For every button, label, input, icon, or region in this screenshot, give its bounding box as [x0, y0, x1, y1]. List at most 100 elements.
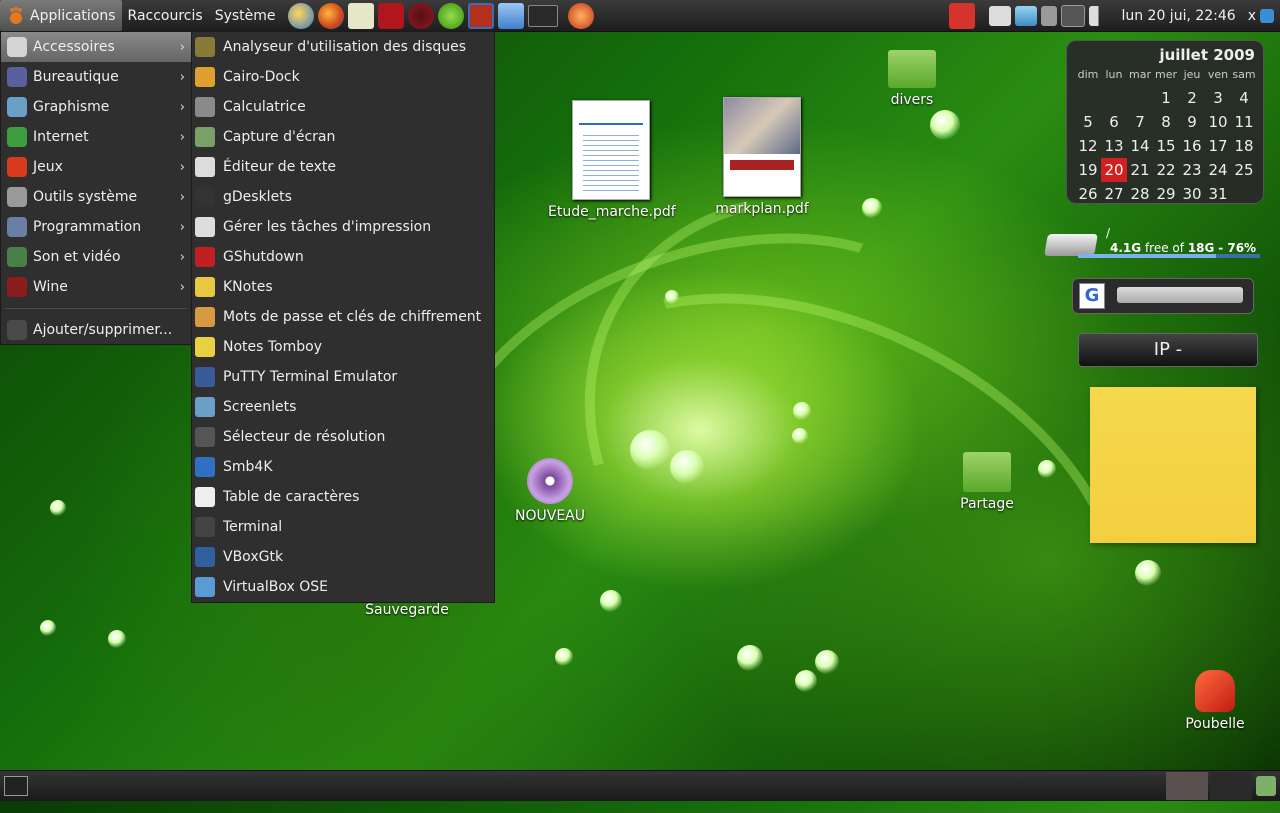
submenu-item[interactable]: Cairo-Dock: [192, 62, 494, 92]
calendar-day[interactable]: 22: [1153, 158, 1179, 182]
printer-icon[interactable]: [989, 5, 1012, 26]
workspace-2[interactable]: [1210, 772, 1252, 800]
calendar-day[interactable]: 17: [1205, 134, 1231, 158]
calendar-day[interactable]: 10: [1205, 110, 1231, 134]
apps-menu-item[interactable]: Programmation ›: [1, 212, 191, 242]
sticky-note[interactable]: [1090, 387, 1256, 543]
submenu-item[interactable]: Smb4K: [192, 452, 494, 482]
submenu-item[interactable]: PuTTY Terminal Emulator: [192, 362, 494, 392]
apps-menu-item[interactable]: Graphisme ›: [1, 92, 191, 122]
desktop-icon-partage[interactable]: Partage: [952, 452, 1022, 512]
submenu-item[interactable]: KNotes: [192, 272, 494, 302]
submenu-item[interactable]: VirtualBox OSE: [192, 572, 494, 602]
calendar-day[interactable]: 23: [1179, 158, 1205, 182]
apps-menu-item[interactable]: Internet ›: [1, 122, 191, 152]
submenu-item[interactable]: Calculatrice: [192, 92, 494, 122]
calendar-day[interactable]: 2: [1179, 86, 1205, 110]
calendar-day[interactable]: 12: [1075, 134, 1101, 158]
calendar-day[interactable]: 14: [1127, 134, 1153, 158]
desktop-icon-sauvegarde[interactable]: Sauvegarde: [362, 602, 452, 618]
desktop-icon-etude[interactable]: Etude_marche.pdf: [548, 100, 676, 220]
submenu-item[interactable]: Analyseur d'utilisation des disques: [192, 32, 494, 62]
show-desktop-icon[interactable]: [4, 776, 28, 796]
screenlets-icon[interactable]: [1015, 5, 1038, 26]
download-arrow-icon[interactable]: [1260, 8, 1274, 23]
desktop-icon-markplan[interactable]: markplan.pdf: [712, 97, 812, 217]
submenu-item[interactable]: Terminal: [192, 512, 494, 542]
submenu-item[interactable]: GShutdown: [192, 242, 494, 272]
submenu-item[interactable]: gDesklets: [192, 182, 494, 212]
submenu-item[interactable]: Notes Tomboy: [192, 332, 494, 362]
calendar-day[interactable]: 7: [1127, 110, 1153, 134]
calendar-day[interactable]: 25: [1231, 158, 1257, 182]
desktop-icon-nouveau[interactable]: NOUVEAU: [512, 458, 588, 524]
filezilla-red-icon[interactable]: [377, 2, 404, 29]
calendar-day[interactable]: 19: [1075, 158, 1101, 182]
calendar-day[interactable]: 8: [1153, 110, 1179, 134]
desktop-icon-poubelle[interactable]: Poubelle: [1180, 670, 1250, 732]
firefox-icon[interactable]: [317, 2, 344, 29]
music-player-icon[interactable]: [567, 2, 594, 29]
calendar-day[interactable]: 27: [1101, 182, 1127, 206]
add-remove-item[interactable]: Ajouter/supprimer...: [1, 315, 191, 345]
calendar-day[interactable]: 4: [1231, 86, 1257, 110]
submenu-item[interactable]: Table de caractères: [192, 482, 494, 512]
calendar-today[interactable]: 20: [1101, 158, 1127, 182]
submenu-item[interactable]: Capture d'écran: [192, 122, 494, 152]
submenu-item[interactable]: VBoxGtk: [192, 542, 494, 572]
workspace-1[interactable]: [1166, 772, 1208, 800]
debian-swirl-icon[interactable]: [407, 2, 434, 29]
apps-menu-item[interactable]: Son et vidéo ›: [1, 242, 191, 272]
network-disconnected-icon[interactable]: [1061, 4, 1086, 27]
submenu-item-label: gDesklets: [223, 189, 292, 205]
mail-notify-icon[interactable]: [1041, 5, 1058, 26]
apps-menu-item[interactable]: Wine ›: [1, 272, 191, 302]
apps-menu-item-label: Jeux: [33, 159, 63, 175]
submenu-item[interactable]: Sélecteur de résolution: [192, 422, 494, 452]
calendar-day[interactable]: 26: [1075, 182, 1101, 206]
trash-icon: [1195, 670, 1235, 712]
mail-icon[interactable]: [347, 2, 374, 29]
submenu-item[interactable]: Screenlets: [192, 392, 494, 422]
submenu-item[interactable]: Mots de passe et clés de chiffrement: [192, 302, 494, 332]
calendar-day[interactable]: 15: [1153, 134, 1179, 158]
shutdown-icon[interactable]: [949, 2, 976, 29]
raccourcis-menu[interactable]: Raccourcis: [122, 0, 209, 31]
submenu-item[interactable]: Gérer les tâches d'impression: [192, 212, 494, 242]
calendar-day[interactable]: 6: [1101, 110, 1127, 134]
calendar-day[interactable]: 29: [1153, 182, 1179, 206]
calendar-day[interactable]: 28: [1127, 182, 1153, 206]
google-search-input[interactable]: [1117, 287, 1243, 303]
virtualbox-icon[interactable]: [497, 2, 524, 29]
thunderbird-icon[interactable]: [287, 2, 314, 29]
calendar-day[interactable]: 1: [1153, 86, 1179, 110]
filezilla-icon[interactable]: [467, 2, 494, 29]
desktop-icon-divers[interactable]: divers: [880, 50, 944, 108]
calendar-day[interactable]: 24: [1205, 158, 1231, 182]
knotes-icon: [195, 277, 215, 297]
calendar-day[interactable]: 31: [1205, 182, 1231, 206]
calendar-day[interactable]: 3: [1205, 86, 1231, 110]
calendar-day[interactable]: 5: [1075, 110, 1101, 134]
applications-menu[interactable]: Applications: [0, 0, 122, 31]
close-button[interactable]: x: [1246, 0, 1258, 31]
systeme-menu[interactable]: Système: [209, 0, 282, 31]
apps-menu-item[interactable]: Jeux ›: [1, 152, 191, 182]
calendar-day[interactable]: 9: [1179, 110, 1205, 134]
trash-applet-icon[interactable]: [1256, 776, 1276, 796]
apps-menu-item[interactable]: Bureautique ›: [1, 62, 191, 92]
calendar-day[interactable]: 18: [1231, 134, 1257, 158]
terminal-icon[interactable]: [527, 4, 558, 27]
submenu-item-label: Table de caractères: [223, 489, 360, 505]
apps-menu-item[interactable]: Outils système ›: [1, 182, 191, 212]
calendar-day[interactable]: 11: [1231, 110, 1257, 134]
calendar-day[interactable]: 13: [1101, 134, 1127, 158]
calendar-day[interactable]: 16: [1179, 134, 1205, 158]
dreamweaver-icon[interactable]: [437, 2, 464, 29]
volume-icon[interactable]: [1089, 5, 1114, 26]
calendar-day[interactable]: 21: [1127, 158, 1153, 182]
apps-menu-item[interactable]: Accessoires ›: [1, 32, 191, 62]
submenu-item[interactable]: Éditeur de texte: [192, 152, 494, 182]
clock[interactable]: lun 20 jui, 22:46: [1121, 8, 1235, 24]
calendar-day[interactable]: 30: [1179, 182, 1205, 206]
